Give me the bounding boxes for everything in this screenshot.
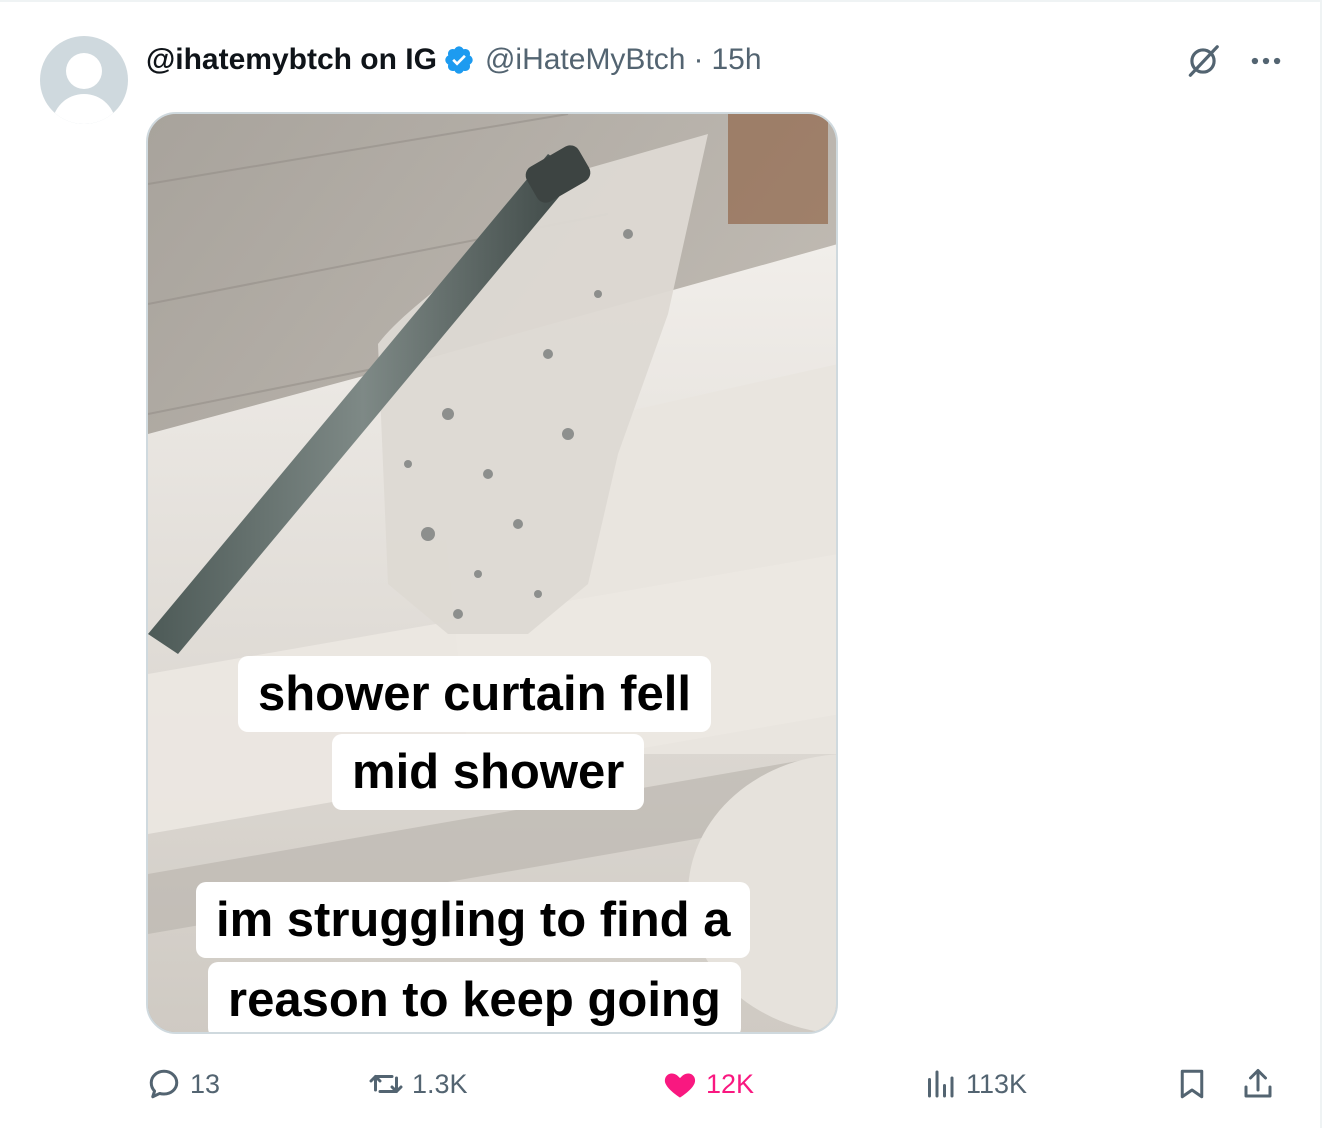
- avatar-head: [66, 53, 102, 89]
- separator: ·: [693, 43, 704, 76]
- caption-line-2b: reason to keep going: [208, 962, 741, 1032]
- views-icon: [928, 1070, 954, 1098]
- caption-line-1a: shower curtain fell: [238, 656, 711, 732]
- action-bar: 13 1.3K 12K 113K: [146, 1058, 1296, 1110]
- share-icon: [1244, 1069, 1272, 1098]
- avatar[interactable]: [40, 36, 128, 124]
- like-button[interactable]: 12K: [662, 1058, 754, 1110]
- retweet-icon: [369, 1075, 403, 1093]
- repost-button[interactable]: 1.3K: [368, 1058, 468, 1110]
- grok-icon[interactable]: [1184, 42, 1222, 80]
- more-icon[interactable]: [1246, 42, 1286, 80]
- display-name[interactable]: @ihatemybtch on IG: [146, 43, 437, 77]
- repost-count: 1.3K: [412, 1068, 468, 1099]
- post-card[interactable]: @ihatemybtch on IG @iHateMyBtch · 15h sh…: [0, 0, 1322, 1128]
- avatar-body: [52, 94, 116, 124]
- handle[interactable]: @iHateMyBtch: [485, 43, 686, 77]
- share-button[interactable]: [1240, 1058, 1284, 1110]
- verified-badge-icon[interactable]: [443, 44, 475, 76]
- reply-button[interactable]: 13: [146, 1058, 220, 1110]
- views-count: 113K: [966, 1068, 1028, 1099]
- caption-line-1b: mid shower: [332, 734, 645, 810]
- like-count: 12K: [706, 1068, 755, 1099]
- views-button[interactable]: 113K: [922, 1058, 1027, 1110]
- heart-icon: [664, 1073, 696, 1098]
- timestamp[interactable]: 15h: [711, 43, 761, 77]
- bookmark-button[interactable]: [1174, 1058, 1218, 1110]
- reply-count: 13: [190, 1068, 221, 1099]
- bookmark-icon: [1180, 1069, 1204, 1099]
- post-header: @ihatemybtch on IG @iHateMyBtch · 15h: [146, 38, 762, 82]
- post-image[interactable]: shower curtain fell mid shower im strugg…: [146, 112, 838, 1034]
- caption-line-2a: im struggling to find a: [196, 882, 751, 958]
- reply-icon: [149, 1069, 179, 1099]
